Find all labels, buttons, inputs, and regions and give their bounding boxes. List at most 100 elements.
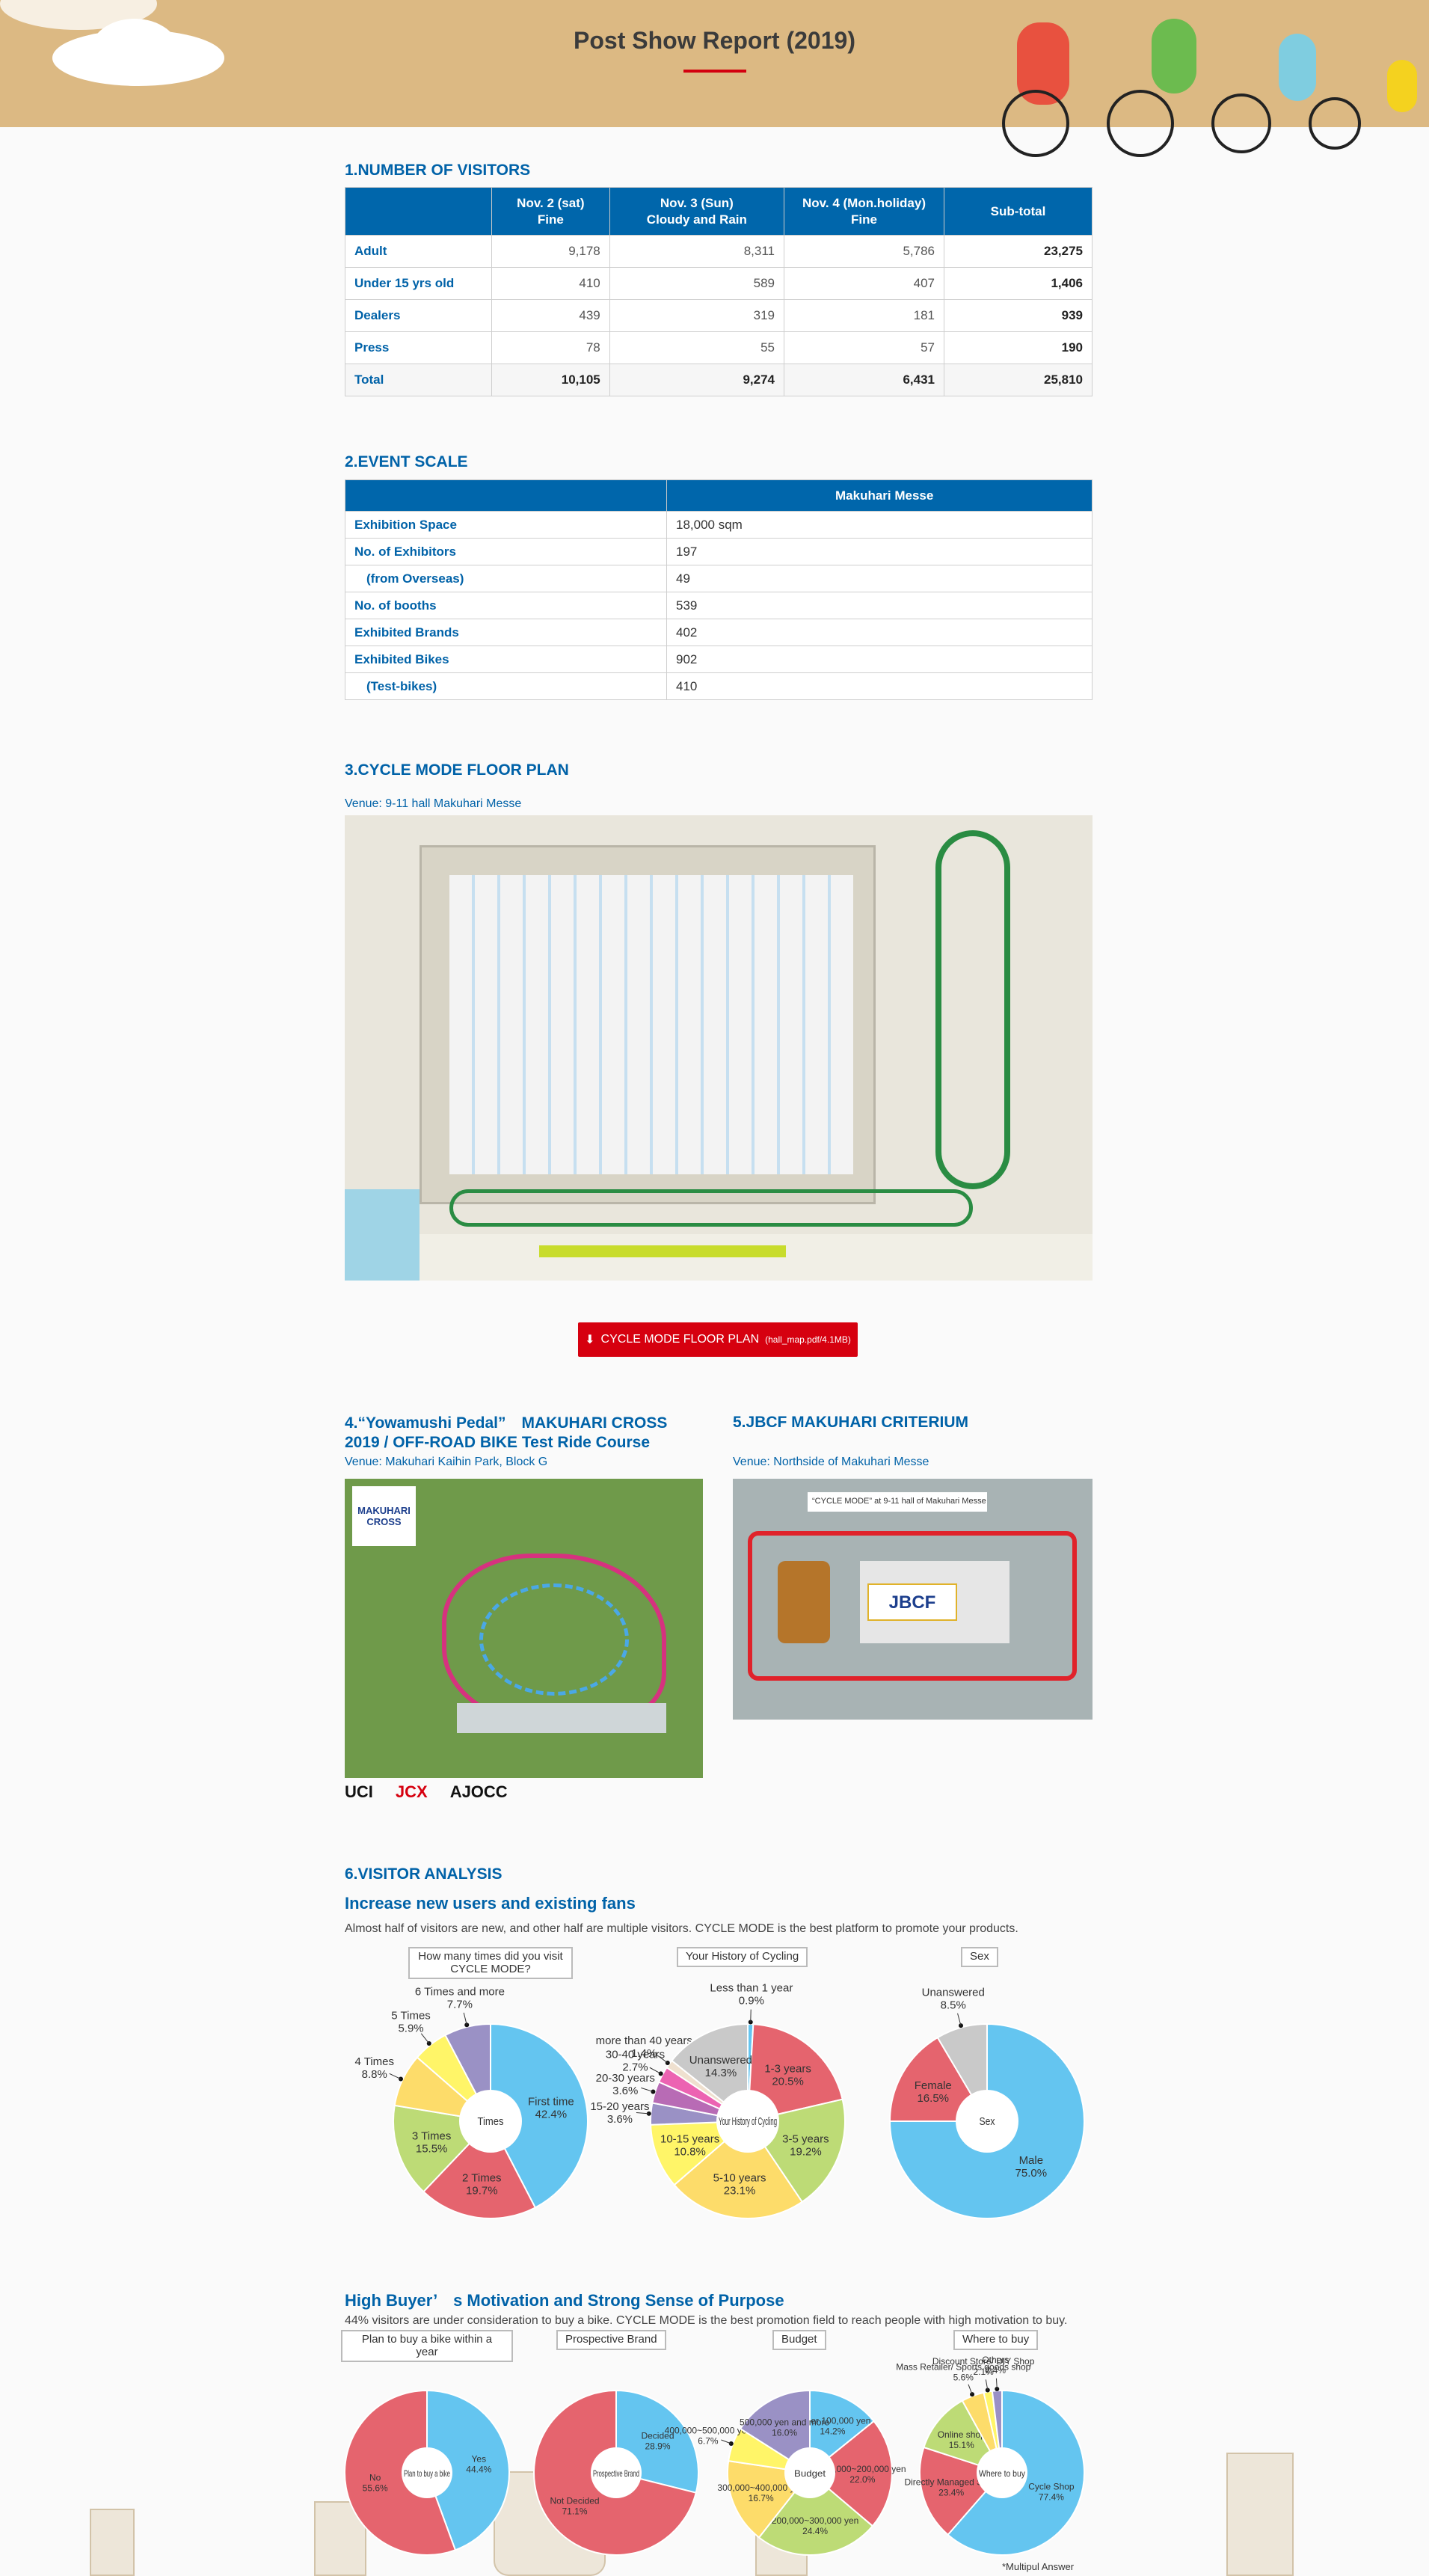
title-underline: [683, 70, 746, 73]
analysis-lead-1: Almost half of visitors are new, and oth…: [345, 1922, 1018, 1935]
cell: 319: [609, 299, 785, 332]
criterium-venue: Venue: Northside of Makuhari Messe: [733, 1456, 929, 1468]
makuhari-cross-logo: MAKUHARI CROSS: [352, 1486, 416, 1546]
cell: 9,274: [609, 364, 785, 396]
cell: 410: [666, 672, 1093, 700]
leader-line: [957, 2013, 962, 2026]
table-header-row: Nov. 2 (sat) Fine Nov. 3 (Sun) Cloudy and …: [345, 187, 1093, 236]
row-label: Dealers: [345, 299, 492, 332]
slice-value: 1.4%: [631, 2047, 657, 2060]
floor-plan-map[interactable]: [345, 815, 1093, 1281]
header-text: Cloudy and Rain: [646, 212, 747, 227]
slice-value: 3.6%: [612, 2085, 638, 2097]
row-label: Total: [345, 364, 492, 396]
cell: 902: [666, 645, 1093, 673]
leader-line: [463, 2012, 467, 2025]
booth-area: [449, 875, 853, 1174]
parking-area: [345, 1189, 420, 1281]
chart-title: Plan to buy a bike within a year: [341, 2330, 513, 2362]
floor-plan-heading: 3.CYCLE MODE FLOOR PLAN: [345, 761, 569, 779]
row-label: Exhibition Space: [345, 511, 667, 539]
header-text: Nov. 2 (sat): [517, 196, 585, 211]
pie-center-label: Times: [478, 2115, 504, 2128]
header-cell: [345, 479, 667, 512]
visitors-heading: 1.NUMBER OF VISITORS: [345, 162, 531, 179]
criterium-course-map[interactable]: “CYCLE MODE” at 9-11 hall of Makuhari Me…: [733, 1479, 1093, 1720]
slice-value: 20.5%: [772, 2075, 804, 2088]
slice-label: 200,000~300,000 yen: [772, 2515, 858, 2526]
header-text: Nov. 3 (Sun): [660, 196, 734, 211]
slice-value: 23.4%: [938, 2488, 964, 2498]
slice-value: 42.4%: [535, 2108, 568, 2120]
test-ride-course: [935, 830, 1010, 1189]
subtotal-cell: 25,810: [944, 364, 1093, 396]
table-row: Press 78 55 57 190: [345, 331, 1093, 364]
table-row: Dealers 439 319 181 939: [345, 299, 1093, 332]
row-label: (from Overseas): [345, 565, 667, 592]
subtotal-cell: 1,406: [944, 267, 1093, 300]
slice-label: Male: [1019, 2154, 1044, 2167]
criterium-heading: 5.JBCF MAKUHARI CRITERIUM: [733, 1414, 968, 1431]
path: [457, 1703, 666, 1733]
header-cell: Nov. 4 (Mon.holiday) Fine: [784, 187, 944, 236]
row-label: Adult: [345, 235, 492, 268]
slice-value: 23.1%: [724, 2184, 756, 2197]
pie-chart: Less than 1 year0.9% 1-3 years20.5% 3-5 ye…: [590, 1981, 846, 2219]
cyclist-illustration: [1387, 60, 1417, 112]
slice-label: 500,000 yen and more: [740, 2417, 829, 2427]
slice-label: Female: [915, 2079, 952, 2092]
row-label: Exhibited Brands: [345, 619, 667, 646]
cell: 589: [609, 267, 785, 300]
slice-label: 15-20 years: [590, 2100, 649, 2113]
chart-title: Where to buy: [953, 2330, 1039, 2350]
cell: 18,000 sqm: [666, 511, 1093, 539]
cyclist-illustration: [1152, 19, 1196, 93]
download-floor-plan-button[interactable]: ⬇ CYCLE MODE FLOOR PLAN (hall_map.pdf/4.1…: [578, 1322, 858, 1357]
cross-venue: Venue: Makuhari Kaihin Park, Block G: [345, 1456, 548, 1468]
test-ride-course: [449, 1189, 973, 1227]
cell: 6,431: [784, 364, 944, 396]
row-label: No. of booths: [345, 592, 667, 619]
subtotal-cell: 190: [944, 331, 1093, 364]
table-row: No. of booths 539: [345, 592, 1093, 619]
bike-wheel-illustration: [1107, 90, 1174, 157]
slice-value: 75.0%: [1015, 2167, 1048, 2180]
slice-label: Yes: [472, 2454, 487, 2465]
header-text: Fine: [537, 212, 564, 227]
download-icon: ⬇: [585, 1334, 595, 1346]
leader-line: [420, 2033, 430, 2044]
slice-value: 5.6%: [953, 2372, 974, 2382]
slice-label: First time: [528, 2095, 574, 2108]
slice-value: 2.7%: [622, 2061, 648, 2074]
slice-label: 2 Times: [462, 2171, 502, 2184]
analysis-heading: 6.VISITOR ANALYSIS: [345, 1865, 503, 1883]
slice-label: 1-3 years: [764, 2062, 811, 2075]
header-cell: Sub-total: [944, 187, 1093, 236]
event-scale-heading: 2.EVENT SCALE: [345, 453, 468, 470]
header-cell: [345, 187, 492, 236]
chart-title: How many times did you visit CYCLE MODE?: [408, 1947, 573, 1979]
analysis-subheading-2: High Buyer’ s Motivation and Strong Sens…: [345, 2291, 784, 2310]
slice-value: 10.8%: [674, 2145, 706, 2158]
download-file-info: (hall_map.pdf/4.1MB): [765, 1334, 851, 1345]
course-route: [479, 1583, 629, 1696]
cell: 439: [491, 299, 610, 332]
event-scale-table: Makuhari Messe Exhibition Space 18,000 sq…: [345, 479, 1093, 700]
hero-banner: Post Show Report (2019): [0, 0, 1429, 2576]
cyclist-illustration: [1279, 34, 1316, 101]
slice-value: 7.7%: [447, 1998, 473, 2011]
pie-center-label: Where to buy: [979, 2468, 1025, 2479]
leader-line: [641, 2087, 654, 2092]
slice-label: 10-15 years: [660, 2132, 719, 2145]
slice-label: more than 40 years: [596, 2034, 692, 2047]
slice-value: 8.8%: [362, 2068, 387, 2081]
row-label: (Test-bikes): [345, 672, 667, 700]
heading-line: 2019 / OFF-ROAD BIKE Test Ride Course: [345, 1434, 651, 1452]
cross-course-map[interactable]: MAKUHARI CROSS: [345, 1479, 703, 1778]
pie-chart: Cycle Shop77.4%Directly Managed Store23.…: [896, 2355, 1085, 2556]
slice-value: 77.4%: [1039, 2492, 1064, 2503]
leader-dot: [399, 2076, 404, 2082]
sponsor-logos: UCI JCX AJOCC: [345, 1782, 508, 1802]
slice-value: 14.2%: [820, 2426, 845, 2436]
slice-label: Unanswered: [922, 1986, 985, 1999]
